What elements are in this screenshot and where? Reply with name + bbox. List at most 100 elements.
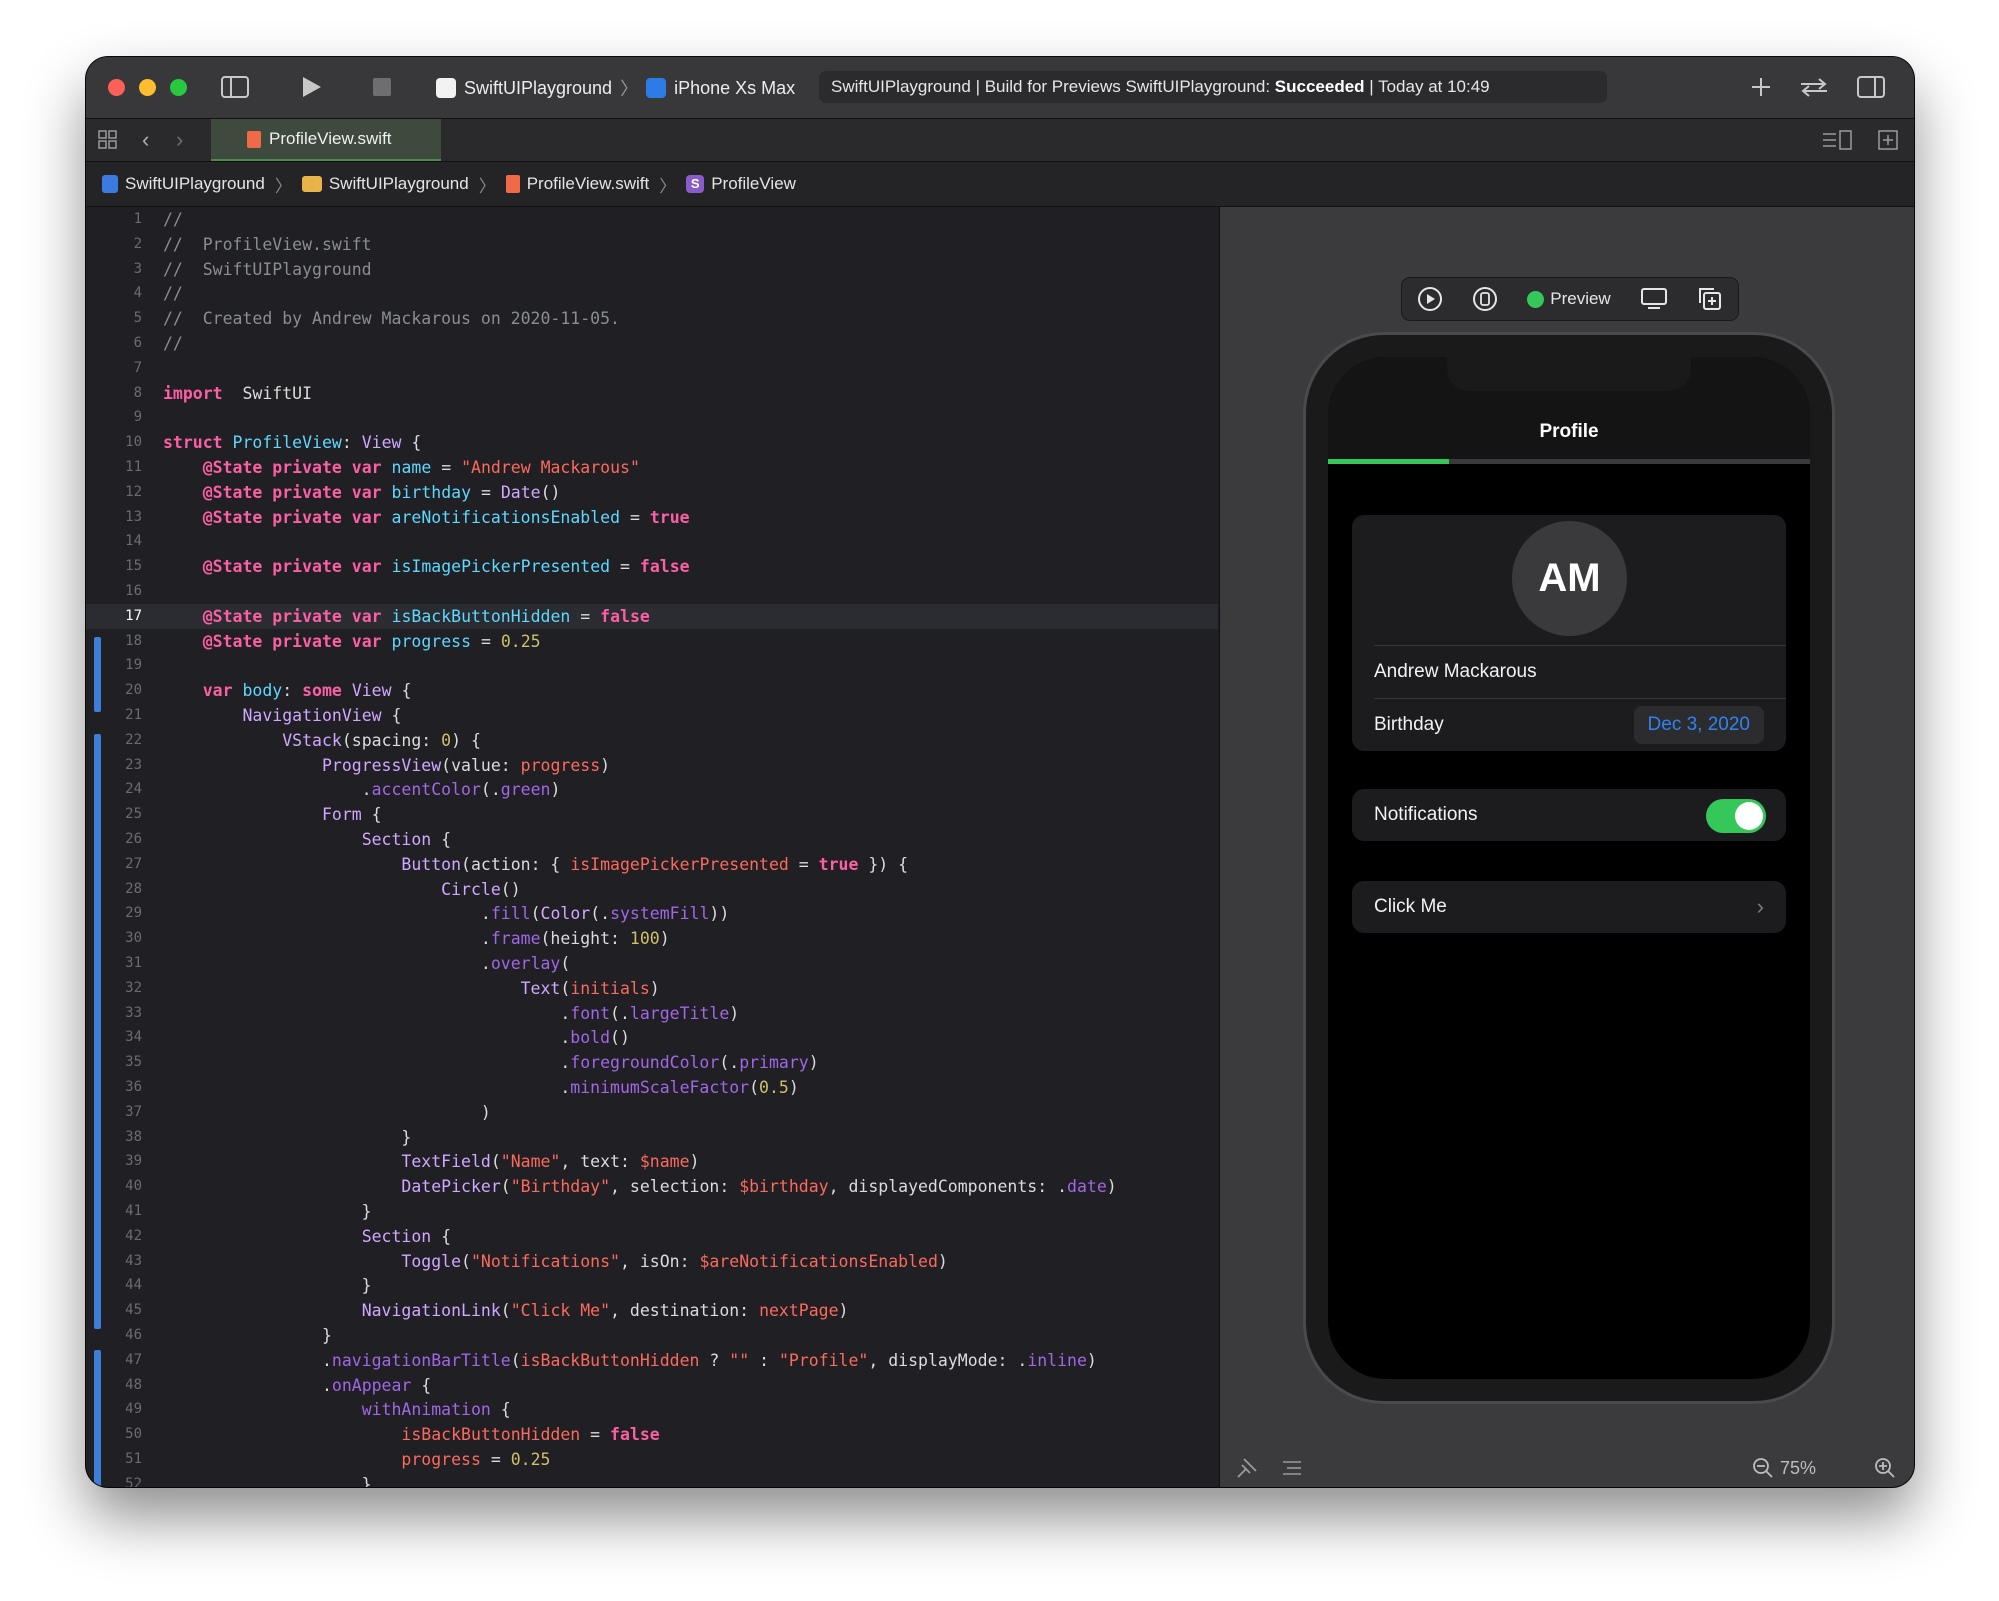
code-line[interactable]: 30 .frame(height: 100): [86, 926, 1218, 951]
navigation-link[interactable]: Click Me ›: [1352, 881, 1786, 933]
code-line[interactable]: 10 struct ProfileView: View {: [86, 430, 1218, 455]
code-line[interactable]: 37 ): [86, 1100, 1218, 1125]
stop-icon[interactable]: [373, 78, 391, 96]
scheme-selector[interactable]: SwiftUIPlayground 〉 iPhone Xs Max: [436, 74, 795, 102]
play-icon[interactable]: [299, 75, 323, 99]
code-line[interactable]: 44 }: [86, 1273, 1218, 1298]
code-line[interactable]: 45 NavigationLink("Click Me", destinatio…: [86, 1298, 1218, 1323]
code-line[interactable]: 5 // Created by Andrew Mackarous on 2020-…: [86, 306, 1218, 331]
breadcrumb-folder[interactable]: SwiftUIPlayground: [301, 174, 469, 194]
code-line[interactable]: 34 .bold(): [86, 1025, 1218, 1050]
code-line[interactable]: 23 ProgressView(value: progress): [86, 753, 1218, 778]
birthday-date-picker[interactable]: Dec 3, 2020: [1633, 706, 1764, 744]
code-line[interactable]: 39 TextField("Name", text: $name): [86, 1149, 1218, 1174]
code-line[interactable]: 12 @State private var birthday = Date(): [86, 480, 1218, 505]
code-line[interactable]: 17 @State private var isBackButtonHidden…: [86, 603, 1218, 629]
code-line[interactable]: 20 var body: some View {: [86, 678, 1218, 703]
code-line[interactable]: 6 //: [86, 331, 1218, 356]
code-line[interactable]: 16: [86, 579, 1218, 604]
line-number: 4: [133, 285, 142, 302]
forward-chevron-icon[interactable]: ›: [176, 127, 183, 153]
grid-icon[interactable]: [98, 130, 118, 150]
code-line[interactable]: 7: [86, 356, 1218, 381]
line-number: 39: [125, 1153, 142, 1170]
editor-options-icon[interactable]: [1822, 130, 1852, 150]
notifications-toggle[interactable]: [1706, 799, 1766, 833]
code-line[interactable]: 40 DatePicker("Birthday", selection: $bi…: [86, 1174, 1218, 1199]
zoom-level[interactable]: 75%: [1780, 1458, 1816, 1479]
zoom-in-icon[interactable]: [1874, 1457, 1896, 1479]
code-line[interactable]: 36 .minimumScaleFactor(0.5): [86, 1075, 1218, 1100]
code-text: }: [163, 1127, 412, 1147]
preview-canvas: Preview Profile AM Andrew Mackarous Birt…: [1219, 207, 1914, 1487]
code-line[interactable]: 49 withAnimation {: [86, 1397, 1218, 1422]
add-editor-icon[interactable]: [1878, 130, 1898, 150]
minimize-window-button[interactable]: [139, 79, 156, 96]
code-line[interactable]: 41 }: [86, 1199, 1218, 1224]
code-line[interactable]: 8 import SwiftUI: [86, 381, 1218, 406]
chevron-right-icon: 〉: [274, 176, 292, 196]
zoom-out-icon[interactable]: [1752, 1457, 1774, 1479]
duplicate-preview-icon[interactable]: [1697, 286, 1723, 312]
code-line[interactable]: 22 VStack(spacing: 0) {: [86, 728, 1218, 753]
code-line[interactable]: 3 // SwiftUIPlayground: [86, 257, 1218, 282]
code-line[interactable]: 42 Section {: [86, 1224, 1218, 1249]
code-line[interactable]: 26 Section {: [86, 827, 1218, 852]
code-line[interactable]: 4 //: [86, 281, 1218, 306]
progress-fill: [1328, 459, 1449, 464]
code-line[interactable]: 25 Form {: [86, 802, 1218, 827]
pin-icon[interactable]: [1236, 1457, 1258, 1479]
code-line[interactable]: 43 Toggle("Notifications", isOn: $areNot…: [86, 1249, 1218, 1274]
sidebar-icon[interactable]: [221, 75, 249, 99]
zoom-window-button[interactable]: [170, 79, 187, 96]
code-line[interactable]: 35 .foregroundColor(.primary): [86, 1050, 1218, 1075]
click-me-row[interactable]: Click Me ›: [1352, 881, 1786, 933]
code-line[interactable]: 19: [86, 653, 1218, 678]
inspector-icon[interactable]: [1857, 75, 1885, 99]
code-line[interactable]: 2 // ProfileView.swift: [86, 232, 1218, 257]
code-line[interactable]: 33 .font(.largeTitle): [86, 1001, 1218, 1026]
code-line[interactable]: 9: [86, 405, 1218, 430]
back-chevron-icon[interactable]: ‹: [142, 127, 149, 153]
code-line[interactable]: 52 }: [86, 1472, 1218, 1487]
name-field[interactable]: Andrew Mackarous: [1352, 646, 1786, 698]
code-line[interactable]: 18 @State private var progress = 0.25: [86, 629, 1218, 654]
code-line[interactable]: 38 }: [86, 1125, 1218, 1150]
code-text: @State private var birthday = Date(): [202, 482, 561, 502]
code-line[interactable]: 24 .accentColor(.green): [86, 777, 1218, 802]
code-line[interactable]: 28 Circle(): [86, 877, 1218, 902]
avatar[interactable]: AM: [1512, 521, 1627, 636]
code-line[interactable]: 27 Button(action: { isImagePickerPresent…: [86, 852, 1218, 877]
line-number: 21: [125, 707, 142, 723]
device-preview-icon[interactable]: [1472, 286, 1498, 312]
breadcrumb-file[interactable]: ProfileView.swift: [505, 174, 649, 194]
code-line[interactable]: 47 .navigationBarTitle(isBackButtonHidde…: [86, 1348, 1218, 1373]
line-number: 49: [125, 1401, 142, 1418]
code-line[interactable]: 13 @State private var areNotificationsEn…: [86, 505, 1218, 530]
swap-arrows-icon[interactable]: [1799, 76, 1829, 98]
list-icon[interactable]: [1282, 1459, 1302, 1477]
breadcrumb-symbol[interactable]: S ProfileView: [686, 174, 796, 194]
code-line[interactable]: 29 .fill(Color(.systemFill)): [86, 901, 1218, 926]
folder-icon: [301, 176, 322, 192]
live-preview-icon[interactable]: [1417, 286, 1443, 312]
code-line[interactable]: 1 //: [86, 207, 1218, 232]
breadcrumb-project[interactable]: SwiftUIPlayground: [102, 174, 265, 194]
inspect-preview-icon[interactable]: [1640, 287, 1668, 311]
code-line[interactable]: 48 .onAppear {: [86, 1373, 1218, 1398]
code-line[interactable]: 32 Text(initials): [86, 976, 1218, 1001]
preview-toolbar: Preview: [1401, 277, 1739, 321]
tab-profileview-swift[interactable]: ProfileView.swift: [211, 119, 441, 161]
code-line[interactable]: 46 }: [86, 1323, 1218, 1348]
plus-icon[interactable]: [1750, 76, 1772, 98]
source-editor[interactable]: 1 // 2 // ProfileView.swift 3 // SwiftUIPlayg…: [86, 207, 1218, 1487]
code-line[interactable]: 11 @State private var name = "Andrew Mac…: [86, 455, 1218, 480]
code-line[interactable]: 51 progress = 0.25: [86, 1447, 1218, 1472]
code-line[interactable]: 15 @State private var isImagePickerPrese…: [86, 554, 1218, 579]
close-window-button[interactable]: [108, 79, 125, 96]
code-line[interactable]: 21 NavigationView {: [86, 703, 1218, 728]
line-number: 20: [125, 682, 142, 699]
code-line[interactable]: 31 .overlay(: [86, 951, 1218, 976]
code-line[interactable]: 50 isBackButtonHidden = false: [86, 1422, 1218, 1447]
code-line[interactable]: 14: [86, 529, 1218, 554]
